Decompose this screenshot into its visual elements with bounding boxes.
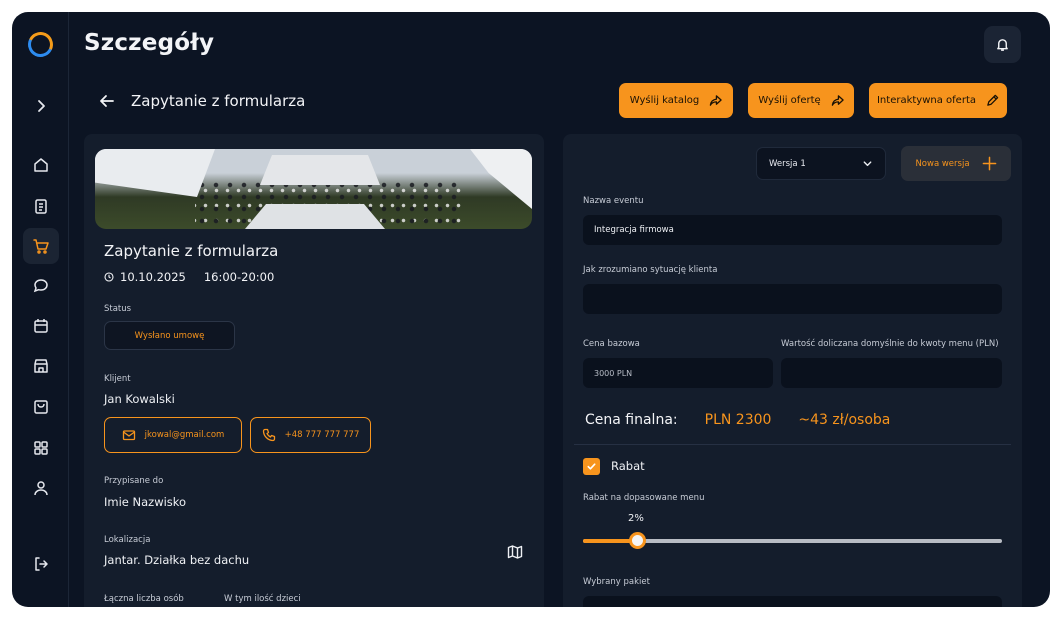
clipboard-icon[interactable] [23, 188, 59, 224]
logout-icon[interactable] [23, 546, 59, 582]
situation-label: Jak zrozumiano sytuację klienta [583, 265, 718, 275]
map-icon[interactable] [507, 544, 523, 560]
children-label: W tym ilość dzieci [224, 594, 301, 604]
home-icon[interactable] [23, 147, 59, 183]
new-version-button[interactable]: Nowa wersja [901, 146, 1011, 181]
phone-button[interactable]: +48 777 777 777 [250, 417, 371, 453]
price-per-person: ~43 zł/osoba [798, 412, 891, 428]
chevron-right-icon[interactable] [23, 88, 59, 124]
grid-icon[interactable] [23, 430, 59, 466]
final-price-row: Cena finalna: PLN 2300 ~43 zł/osoba [585, 412, 890, 428]
event-name-field[interactable]: Integracja firmowa [583, 215, 1002, 245]
status-badge[interactable]: Wysłano umowę [104, 321, 235, 350]
sidebar [12, 12, 69, 607]
chevron-down-icon [863, 161, 872, 167]
new-version-label: Nowa wersja [915, 158, 970, 169]
location-value: Jantar. Działka bez dachu [104, 553, 250, 567]
discount-checkbox[interactable] [583, 458, 600, 475]
share-icon [831, 95, 844, 106]
interactive-offer-label: Interaktywna oferta [876, 95, 976, 106]
event-time: 16:00-20:00 [203, 270, 275, 284]
discount-label: Rabat [611, 459, 645, 473]
event-title: Zapytanie z formularza [104, 242, 279, 260]
back-arrow-icon[interactable] [98, 92, 116, 110]
divider [574, 444, 1011, 445]
assigned-label: Przypisane do [104, 476, 164, 486]
user-icon[interactable] [23, 470, 59, 506]
logo-icon [24, 28, 57, 61]
total-people-label: Łączna liczba osób [104, 594, 184, 604]
subheader-title: Zapytanie z formularza [131, 92, 306, 110]
default-value-field[interactable] [781, 358, 1002, 388]
pencil-icon [987, 94, 999, 106]
send-offer-label: Wyślij ofertę [758, 95, 821, 106]
send-offer-button[interactable]: Wyślij ofertę [748, 83, 854, 118]
check-icon [587, 463, 596, 470]
version-select-value: Wersja 1 [769, 158, 806, 169]
discount-slider[interactable] [583, 532, 1002, 549]
package-field[interactable] [583, 596, 1002, 607]
notifications-button[interactable] [984, 26, 1021, 63]
share-icon [709, 95, 722, 106]
version-select[interactable]: Wersja 1 [756, 147, 886, 180]
base-price-field[interactable]: 3000 PLN [583, 358, 773, 388]
mail-icon [122, 430, 135, 441]
assigned-value: Imie Nazwisko [104, 495, 187, 509]
app-window: Szczegóły Zapytanie z formularza Wyślij … [12, 12, 1050, 607]
clock-icon [104, 272, 114, 282]
discount-percent: 2% [628, 513, 644, 524]
send-catalog-label: Wyślij katalog [629, 95, 700, 106]
phone-text: +48 777 777 777 [284, 430, 360, 440]
package-label: Wybrany pakiet [583, 577, 650, 587]
phone-icon [262, 428, 275, 442]
bell-icon [997, 39, 1008, 51]
final-price-label: Cena finalna: [585, 412, 678, 428]
plus-icon [982, 156, 996, 171]
chat-icon[interactable] [23, 268, 59, 304]
store-icon[interactable] [23, 348, 59, 384]
interactive-offer-button[interactable]: Interaktywna oferta [869, 83, 1007, 118]
email-text: jkowal@gmail.com [144, 430, 225, 440]
bag-icon[interactable] [23, 389, 59, 425]
offer-panel: Wersja 1 Nowa wersja Nazwa eventu Integr… [563, 134, 1022, 607]
base-price-label: Cena bazowa [583, 339, 640, 349]
status-label: Status [104, 304, 132, 314]
default-value-label: Wartość doliczana domyślnie do kwoty men… [781, 339, 999, 349]
event-details-panel: Zapytanie z formularza 10.10.2025 16:00-… [84, 134, 544, 607]
situation-field[interactable] [583, 284, 1002, 314]
page-title: Szczegóły [84, 30, 215, 56]
event-name-label: Nazwa eventu [583, 196, 644, 206]
client-label: Klijent [104, 374, 131, 384]
slider-thumb[interactable] [629, 532, 647, 549]
client-name: Jan Kowalski [104, 392, 175, 406]
location-label: Lokalizacja [104, 535, 151, 545]
discount-menu-label: Rabat na dopasowane menu [583, 493, 705, 503]
send-catalog-button[interactable]: Wyślij katalog [619, 83, 733, 118]
event-date: 10.10.2025 [120, 270, 186, 284]
email-button[interactable]: jkowal@gmail.com [104, 417, 242, 453]
calendar-icon[interactable] [23, 308, 59, 344]
event-photo [95, 149, 532, 229]
event-datetime: 10.10.2025 16:00-20:00 [104, 270, 274, 284]
final-price-value: PLN 2300 [704, 412, 772, 428]
cart-icon[interactable] [23, 228, 59, 264]
